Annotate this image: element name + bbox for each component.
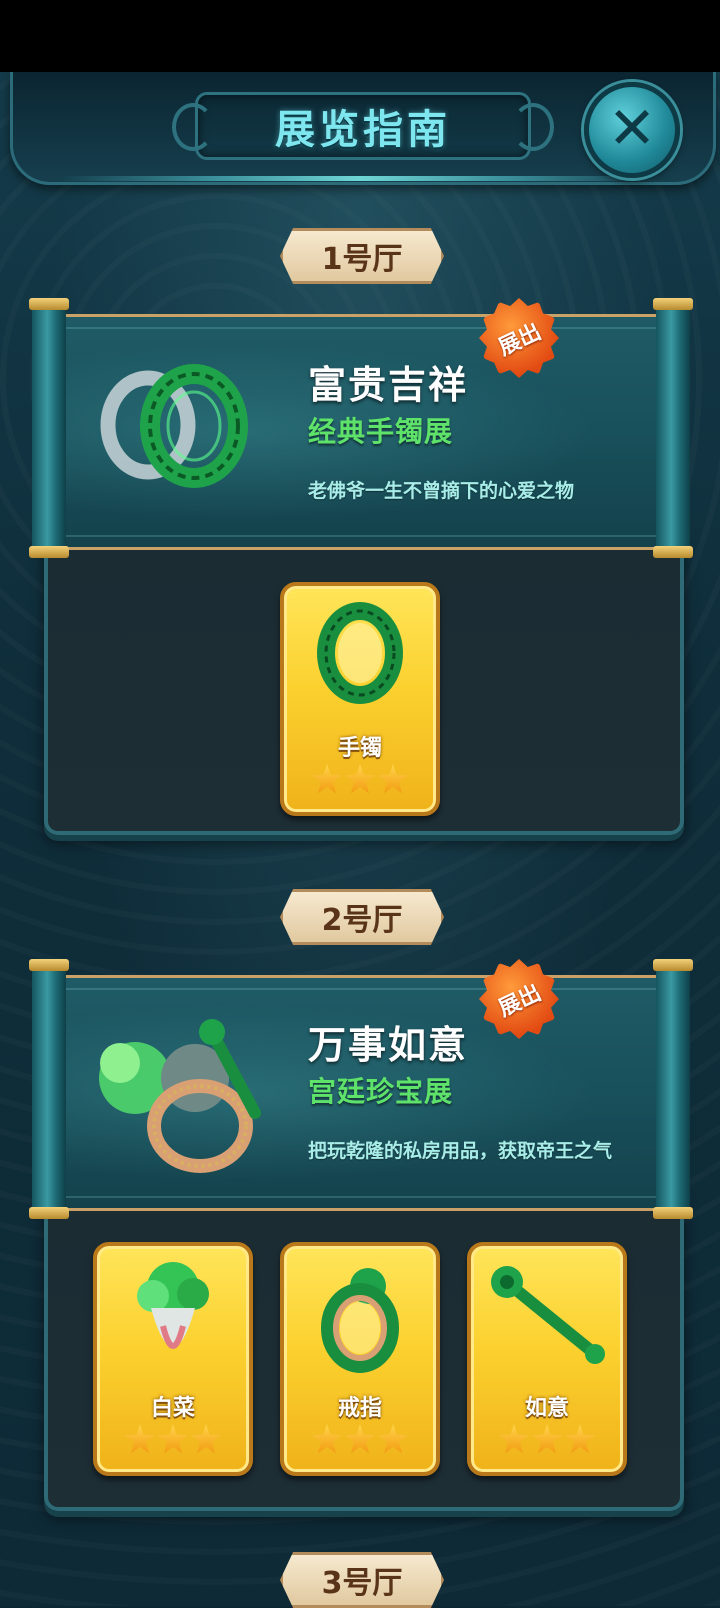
star-icon: [345, 764, 375, 794]
exhibit-subtitle: 宫廷珍宝展: [308, 1075, 454, 1108]
close-icon: ✕: [607, 94, 657, 162]
scroll-roll-left: [29, 298, 69, 558]
star-icon: [378, 1424, 408, 1454]
item-card-ring[interactable]: 戒指: [280, 1242, 440, 1476]
palace-treasures-icon: [99, 1019, 261, 1173]
star-rating: [284, 764, 436, 794]
exhibit-title: 富贵吉祥: [308, 363, 469, 407]
close-button[interactable]: ✕: [584, 82, 680, 178]
exhibit-description: 把玩乾隆的私房用品，获取帝王之气: [308, 1140, 613, 1162]
item-name: 如意: [524, 1396, 569, 1421]
hall-tag-label: 1号厅: [321, 242, 403, 277]
hall-tag-label: 3号厅: [321, 1566, 403, 1601]
star-rating: [284, 1424, 436, 1454]
scroll-roll-right: [653, 959, 693, 1219]
ruyi-scepter-icon: [491, 1266, 605, 1364]
star-icon: [312, 764, 342, 794]
bracelet-pair-icon: [100, 364, 248, 488]
jade-bracelet-icon: [317, 602, 403, 704]
star-icon: [345, 1424, 375, 1454]
header: 展览指南 ✕: [0, 72, 720, 192]
exhibit-subtitle: 经典手镯展: [308, 415, 454, 448]
jade-cabbage-icon: [137, 1262, 209, 1349]
exhibit-description: 老佛爷一生不曾摘下的心爱之物: [308, 480, 575, 502]
item-name: 戒指: [337, 1396, 382, 1421]
title-plate: 展览指南: [172, 92, 554, 160]
hall-tag-2: 2号厅: [280, 889, 444, 945]
item-card-ruyi[interactable]: 如意: [467, 1242, 627, 1476]
star-icon: [158, 1424, 188, 1454]
star-rating: [97, 1424, 249, 1454]
star-rating: [471, 1424, 623, 1454]
scroll-roll-left: [29, 959, 69, 1219]
star-icon: [499, 1424, 529, 1454]
item-name: 手镯: [337, 736, 382, 761]
hall-tag-1: 1号厅: [280, 228, 444, 284]
hall-tag-label: 2号厅: [321, 903, 403, 938]
header-divider: [60, 176, 660, 181]
jade-ring-icon: [321, 1268, 399, 1373]
star-icon: [378, 764, 408, 794]
page-title: 展览指南: [275, 107, 451, 153]
item-name: 白菜: [150, 1396, 195, 1421]
star-icon: [532, 1424, 562, 1454]
item-card-bracelet[interactable]: 手镯: [280, 582, 440, 816]
star-icon: [125, 1424, 155, 1454]
star-icon: [312, 1424, 342, 1454]
item-card-cabbage[interactable]: 白菜: [93, 1242, 253, 1476]
star-icon: [191, 1424, 221, 1454]
star-icon: [565, 1424, 595, 1454]
hall-tag-3: 3号厅: [280, 1552, 444, 1608]
exhibit-title: 万事如意: [308, 1023, 469, 1067]
status-bar: [0, 0, 720, 72]
scroll-roll-right: [653, 298, 693, 558]
